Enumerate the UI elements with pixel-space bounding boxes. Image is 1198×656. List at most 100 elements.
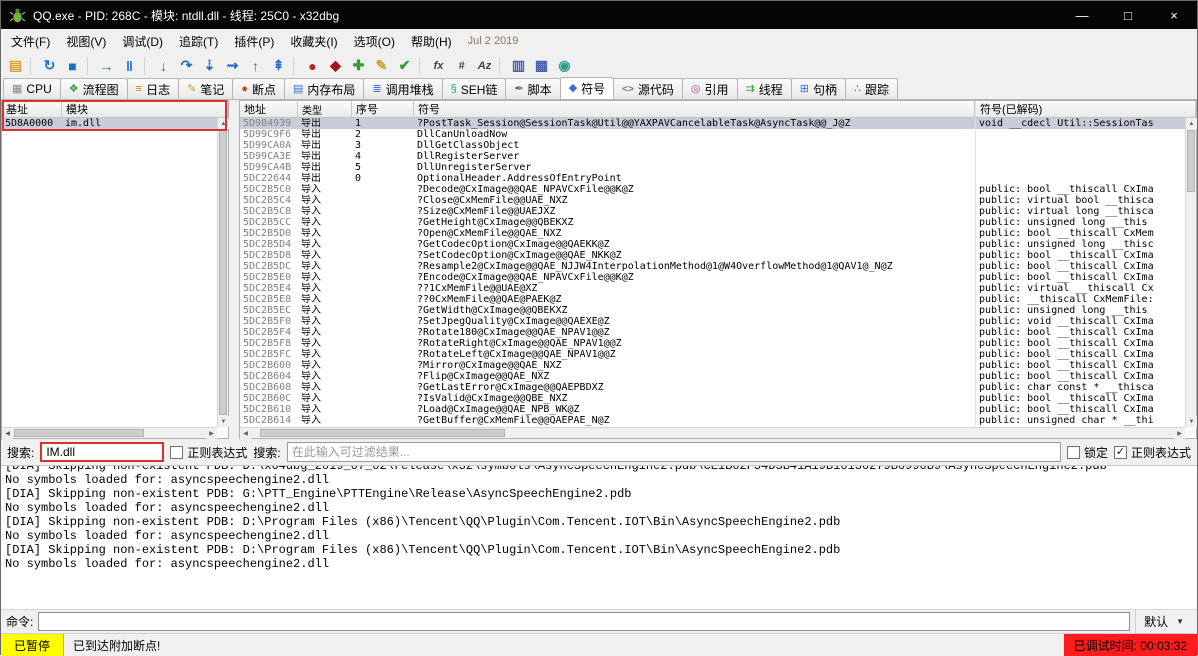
strings-icon[interactable]: Az <box>473 55 496 76</box>
functions-icon[interactable]: fx <box>427 55 450 76</box>
tab-seh[interactable]: §SEH链 <box>442 78 507 99</box>
symbol-row[interactable]: 5DC2B5E8导入??0CxMemFile@@QAE@PAEK@Zpublic… <box>240 294 1196 305</box>
tab-memory-map[interactable]: ▤内存布局 <box>284 78 364 99</box>
tab-graph[interactable]: ❖流程图 <box>60 78 128 99</box>
run-to-user-code-icon[interactable]: ⇞ <box>267 55 290 76</box>
symbol-row[interactable]: 5DC2B614导入?GetBuffer@CxMemFile@@QAEPAE_N… <box>240 415 1196 426</box>
scrollbar-thumb[interactable] <box>219 130 227 415</box>
symbol-column-header[interactable]: 地址 <box>240 101 298 117</box>
symbol-row[interactable]: 5DC2B5C8导入?Size@CxMemFile@@UAEJXZpublic:… <box>240 206 1196 217</box>
tab-notes[interactable]: ✎笔记 <box>178 78 233 99</box>
symbol-row[interactable]: 5DC2B5C0导入?Decode@CxImage@@QAE_NPAVCxFil… <box>240 184 1196 195</box>
close-button[interactable]: × <box>1151 1 1197 29</box>
scroll-left-icon[interactable]: ◀ <box>240 428 251 439</box>
tab-source[interactable]: <>源代码 <box>613 78 683 99</box>
symbol-row[interactable]: 5DC2B610导入?Load@CxImage@@QAE_NPB_WK@Zpub… <box>240 404 1196 415</box>
module-column-header[interactable]: 基址 <box>2 101 62 117</box>
symbol-row[interactable]: 5DC2B5DC导入?Resample2@CxImage@@QAE_NJJW4I… <box>240 261 1196 272</box>
symbol-row[interactable]: 5DC22644导出0OptionalHeader.AddressOfEntry… <box>240 173 1196 184</box>
scroll-right-icon[interactable]: ▶ <box>1174 428 1185 439</box>
symbol-row[interactable]: 5D99CA3E导出4DllRegisterServer <box>240 151 1196 162</box>
command-profile-dropdown[interactable]: 默认 ▼ <box>1135 610 1192 633</box>
regex-checkbox[interactable] <box>170 446 183 459</box>
menu-item[interactable]: 插件(P) <box>226 30 282 53</box>
log-view[interactable]: [DIA] Skipping non-existent PDB: D:\x64d… <box>1 465 1197 609</box>
tab-references[interactable]: ◎引用 <box>682 78 738 99</box>
tab-handles[interactable]: ⊞句柄 <box>791 78 846 99</box>
regex2-checkbox[interactable]: ✓ <box>1114 446 1127 459</box>
labels-icon[interactable]: # <box>450 55 473 76</box>
comments-icon[interactable]: ✎ <box>370 55 393 76</box>
symbol-row[interactable]: 5DC2B5D4导入?GetCodecOption@CxImage@@QAEKK… <box>240 239 1196 250</box>
hardware-breakpoint-icon[interactable]: ◆ <box>324 55 347 76</box>
menu-item[interactable]: 选项(O) <box>346 30 403 53</box>
tab-cpu[interactable]: ▦CPU <box>3 78 61 99</box>
scrollbar-thumb[interactable] <box>1187 130 1195 192</box>
symbol-row[interactable]: 5DC2B5FC导入?RotateLeft@CxImage@@QAE_NPAV1… <box>240 349 1196 360</box>
symbol-row[interactable]: 5D99CA0A导出3DllGetClassObject <box>240 140 1196 151</box>
menu-item[interactable]: 文件(F) <box>3 30 58 53</box>
symbol-row[interactable]: 5DC2B5F8导入?RotateRight@CxImage@@QAE_NPAV… <box>240 338 1196 349</box>
symbol-row[interactable]: 5DC2B600导入?Mirror@CxImage@@QAE_NXZpublic… <box>240 360 1196 371</box>
run-icon[interactable]: → <box>95 55 118 76</box>
scrollbar-thumb[interactable] <box>260 429 505 437</box>
symbol-horizontal-scrollbar[interactable]: ◀ ▶ <box>240 427 1185 438</box>
symbol-row[interactable]: 5DC2B5F4导入?Rotate180@CxImage@@QAE_NPAV1@… <box>240 327 1196 338</box>
menu-item[interactable]: 收藏夹(I) <box>282 30 345 53</box>
symbol-row[interactable]: 5DC2B5CC导入?GetHeight@CxImage@@QBEKXZpubl… <box>240 217 1196 228</box>
scroll-down-icon[interactable]: ▼ <box>218 416 229 427</box>
module-horizontal-scrollbar[interactable]: ◀ ▶ <box>2 427 217 438</box>
module-search-input[interactable] <box>40 442 164 462</box>
module-column-header[interactable]: 模块 <box>62 101 228 117</box>
command-input[interactable] <box>38 612 1130 631</box>
menu-item[interactable]: 调试(D) <box>114 30 171 53</box>
settings-icon[interactable]: ◉ <box>553 55 576 76</box>
memory-map-icon[interactable]: ▥ <box>507 55 530 76</box>
symbol-row[interactable]: 5DC2B5EC导入?GetWidth@CxImage@@QBEKXZpubli… <box>240 305 1196 316</box>
pause-icon[interactable]: ‖ <box>118 55 141 76</box>
scroll-down-icon[interactable]: ▼ <box>1186 416 1197 427</box>
tab-script[interactable]: ✒脚本 <box>505 78 560 99</box>
menu-item[interactable]: 追踪(T) <box>171 30 226 53</box>
tab-symbols[interactable]: ◆符号 <box>560 77 614 99</box>
symbol-row[interactable]: 5D99CA4B导出5DllUnregisterServer <box>240 162 1196 173</box>
module-vertical-scrollbar[interactable]: ▲ ▼ <box>217 118 228 427</box>
tab-breakpoints[interactable]: ●断点 <box>232 78 285 99</box>
scroll-right-icon[interactable]: ▶ <box>206 428 217 439</box>
symbol-column-header[interactable]: 类型 <box>298 101 352 117</box>
animate-into-icon[interactable]: ⇣ <box>198 55 221 76</box>
scrollbar-thumb[interactable] <box>14 429 144 437</box>
tab-log[interactable]: ≡日志 <box>127 78 179 99</box>
tab-trace[interactable]: ∴跟踪 <box>845 78 898 99</box>
stop-icon[interactable]: ■ <box>61 55 84 76</box>
symbol-vertical-scrollbar[interactable]: ▲ ▼ <box>1185 118 1196 427</box>
symbol-row[interactable]: 5DC2B5E0导入?Encode@CxImage@@QAE_NPAVCxFil… <box>240 272 1196 283</box>
symbol-row[interactable]: 5D99C9F6导出2DllCanUnloadNow <box>240 129 1196 140</box>
tab-call-stack[interactable]: ≣调用堆栈 <box>363 78 442 99</box>
symbol-row[interactable]: 5DC2B5D8导入?SetCodecOption@CxImage@@QAE_N… <box>240 250 1196 261</box>
patches-icon[interactable]: ✚ <box>347 55 370 76</box>
symbol-column-header[interactable]: 序号 <box>352 101 414 117</box>
scroll-up-icon[interactable]: ▲ <box>1186 118 1197 129</box>
maximize-button[interactable]: □ <box>1105 1 1151 29</box>
symbol-row[interactable]: 5DC2B5D0导入?Open@CxMemFile@@QAE_NXZpublic… <box>240 228 1196 239</box>
open-file-icon[interactable]: ▤ <box>4 55 27 76</box>
symbol-row[interactable]: 5DC2B5F0导入?SetJpegQuality@CxImage@@QAEXE… <box>240 316 1196 327</box>
scroll-left-icon[interactable]: ◀ <box>2 428 13 439</box>
symbol-column-header[interactable]: 符号(已解码) <box>975 101 1196 117</box>
symbol-row[interactable]: 5DC2B5C4导入?Close@CxMemFile@@UAE_NXZpubli… <box>240 195 1196 206</box>
filter-search-input[interactable] <box>287 442 1061 462</box>
menu-item[interactable]: 视图(V) <box>58 30 114 53</box>
step-over-icon[interactable]: ↷ <box>175 55 198 76</box>
breakpoints-icon[interactable]: ● <box>301 55 324 76</box>
symbol-row[interactable]: 5DC2B5E4导入??1CxMemFile@@UAE@XZpublic: vi… <box>240 283 1196 294</box>
minimize-button[interactable]: — <box>1059 1 1105 29</box>
restart-icon[interactable]: ↻ <box>38 55 61 76</box>
execute-till-return-icon[interactable]: ↑ <box>244 55 267 76</box>
modules-icon[interactable]: ▦ <box>530 55 553 76</box>
symbol-row[interactable]: 5DC2B60C导入?IsValid@CxImage@@QBE_NXZpubli… <box>240 393 1196 404</box>
check-icon[interactable]: ✔ <box>393 55 416 76</box>
lock-checkbox[interactable] <box>1067 446 1080 459</box>
symbol-row[interactable]: 5DC2B608导入?GetLastError@CxImage@@QAEPBDX… <box>240 382 1196 393</box>
module-row[interactable]: 5D8A0000im.dll <box>2 118 228 129</box>
